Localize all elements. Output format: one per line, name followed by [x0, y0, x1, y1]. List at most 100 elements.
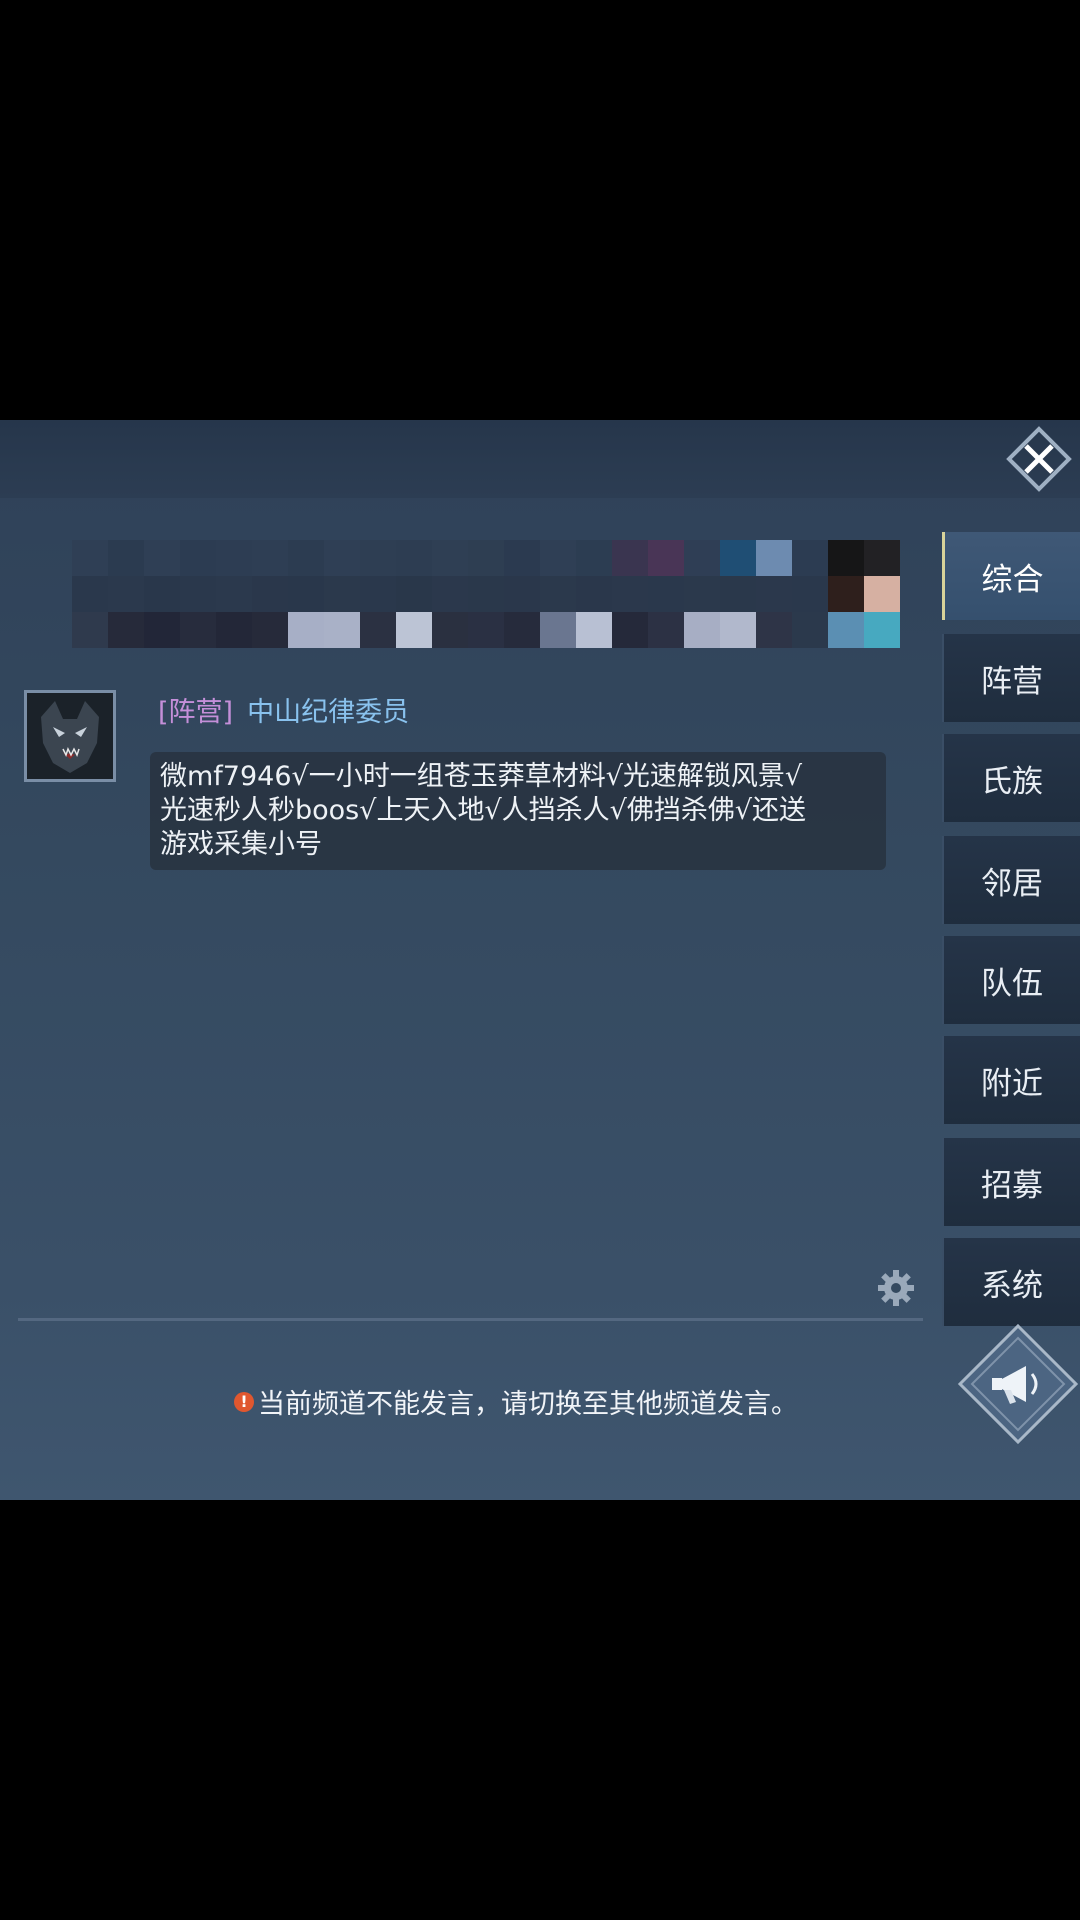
- mosaic-cell: [720, 576, 756, 612]
- mosaic-cell: [324, 540, 360, 576]
- mosaic-cell: [612, 576, 648, 612]
- tab-clan[interactable]: 氏族: [942, 734, 1080, 822]
- mosaic-cell: [144, 540, 180, 576]
- mosaic-cell: [684, 540, 720, 576]
- mosaic-cell: [360, 576, 396, 612]
- mosaic-cell: [252, 576, 288, 612]
- mosaic-cell: [432, 576, 468, 612]
- mosaic-cell: [144, 612, 180, 648]
- tab-label: 系统: [981, 1267, 1043, 1304]
- notice-text: 当前频道不能发言，请切换至其他频道发言。: [258, 1389, 798, 1420]
- mosaic-cell: [180, 540, 216, 576]
- mosaic-cell: [684, 576, 720, 612]
- top-bar: [0, 420, 1080, 498]
- mosaic-cell: [612, 540, 648, 576]
- mosaic-cell: [360, 612, 396, 648]
- tab-nearby[interactable]: 附近: [942, 1036, 1080, 1124]
- mosaic-cell: [864, 540, 900, 576]
- tab-neighbor[interactable]: 邻居: [942, 836, 1080, 924]
- mosaic-cell: [216, 540, 252, 576]
- avatar[interactable]: [24, 690, 116, 782]
- mosaic-cell: [144, 576, 180, 612]
- mosaic-cell: [504, 576, 540, 612]
- mosaic-cell: [756, 576, 792, 612]
- mosaic-cell: [324, 612, 360, 648]
- tab-recruit[interactable]: 招募: [942, 1138, 1080, 1226]
- mosaic-cell: [360, 540, 396, 576]
- gear-icon[interactable]: [876, 1268, 916, 1308]
- tab-label: 综合: [981, 561, 1044, 598]
- mosaic-cell: [396, 576, 432, 612]
- tab-team[interactable]: 队伍: [942, 936, 1080, 1024]
- mosaic-cell: [648, 540, 684, 576]
- wolf-avatar-icon: [27, 693, 113, 779]
- mosaic-cell: [468, 540, 504, 576]
- mosaic-cell: [504, 540, 540, 576]
- mosaic-cell: [720, 540, 756, 576]
- mosaic-cell: [864, 576, 900, 612]
- sender-line: [阵营] 中山纪律委员: [158, 690, 409, 729]
- mosaic-cell: [792, 612, 828, 648]
- tab-label: 附近: [981, 1065, 1043, 1102]
- mosaic-cell: [216, 612, 252, 648]
- megaphone-icon[interactable]: [956, 1322, 1080, 1446]
- mosaic-cell: [72, 612, 108, 648]
- channel-tag: [阵营]: [158, 697, 234, 728]
- mosaic-cell: [288, 612, 324, 648]
- mosaic-cell: [540, 540, 576, 576]
- mosaic-cell: [252, 540, 288, 576]
- close-icon[interactable]: [1006, 426, 1072, 492]
- warning-icon: !: [234, 1391, 254, 1412]
- input-divider: [18, 1318, 923, 1321]
- tab-label: 阵营: [981, 663, 1043, 700]
- message-line: 游戏采集小号: [160, 829, 322, 860]
- mosaic-cell: [288, 576, 324, 612]
- channel-notice: ! 当前频道不能发言，请切换至其他频道发言。: [234, 1382, 798, 1421]
- mosaic-cell: [648, 576, 684, 612]
- mosaic-cell: [540, 612, 576, 648]
- tab-label: 邻居: [981, 865, 1043, 902]
- mosaic-cell: [648, 612, 684, 648]
- mosaic-cell: [756, 540, 792, 576]
- mosaic-cell: [576, 540, 612, 576]
- message-line: 光速秒人秒boos√上天入地√人挡杀人√佛挡杀佛√还送: [160, 795, 807, 826]
- tab-system[interactable]: 系统: [942, 1238, 1080, 1326]
- mosaic-cell: [828, 612, 864, 648]
- message-bubble: 微mf7946√一小时一组苍玉莽草材料√光速解锁风景√ 光速秒人秒boos√上天…: [150, 752, 886, 870]
- mosaic-cell: [756, 612, 792, 648]
- tab-faction[interactable]: 阵营: [942, 634, 1080, 722]
- message-line: 微mf7946√一小时一组苍玉莽草材料√光速解锁风景√: [160, 761, 803, 792]
- mosaic-cell: [828, 540, 864, 576]
- tab-label: 队伍: [981, 965, 1043, 1002]
- mosaic-cell: [180, 576, 216, 612]
- mosaic-cell: [396, 540, 432, 576]
- mosaic-cell: [612, 612, 648, 648]
- mosaic-cell: [468, 612, 504, 648]
- mosaic-cell: [540, 576, 576, 612]
- mosaic-cell: [864, 612, 900, 648]
- mosaic-cell: [72, 576, 108, 612]
- mosaic-cell: [180, 612, 216, 648]
- mosaic-cell: [432, 612, 468, 648]
- mosaic-cell: [252, 612, 288, 648]
- mosaic-cell: [108, 612, 144, 648]
- mosaic-cell: [432, 540, 468, 576]
- mosaic-cell: [792, 540, 828, 576]
- mosaic-cell: [468, 576, 504, 612]
- mosaic-cell: [216, 576, 252, 612]
- tab-label: 招募: [981, 1167, 1043, 1204]
- mosaic-cell: [72, 540, 108, 576]
- mosaic-cell: [108, 576, 144, 612]
- sender-name[interactable]: 中山纪律委员: [247, 697, 409, 728]
- mosaic-cell: [684, 612, 720, 648]
- mosaic-cell: [504, 612, 540, 648]
- mosaic-cell: [324, 576, 360, 612]
- mosaic-cell: [108, 540, 144, 576]
- mosaic-cell: [396, 612, 432, 648]
- mosaic-cell: [828, 576, 864, 612]
- mosaic-cell: [792, 576, 828, 612]
- mosaic-cell: [720, 612, 756, 648]
- tab-general[interactable]: 综合: [942, 532, 1080, 620]
- tab-label: 氏族: [981, 763, 1043, 800]
- mosaic-cell: [576, 612, 612, 648]
